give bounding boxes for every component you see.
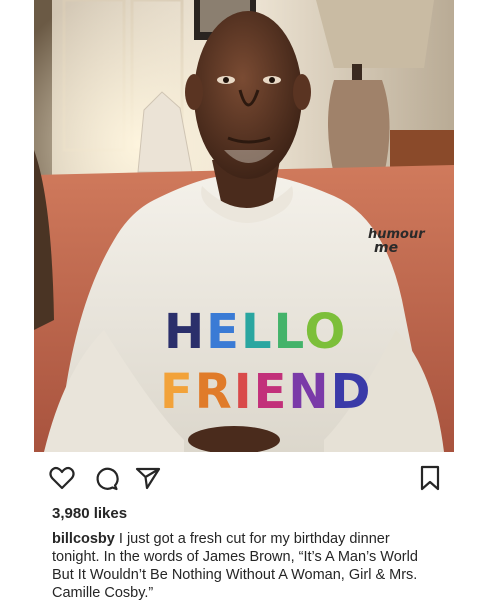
- svg-text:me: me: [374, 240, 398, 256]
- heart-icon[interactable]: [48, 464, 76, 492]
- friend-text: FRIEND: [160, 364, 372, 420]
- likes-count[interactable]: 3,980 likes: [52, 505, 127, 522]
- friend-text-letter: F: [160, 364, 195, 420]
- friend-text-letter: E: [254, 364, 289, 420]
- lamp-shade: [316, 0, 434, 68]
- hello-text-letter: E: [206, 304, 241, 360]
- sweatshirt-hello: HELLO: [164, 304, 347, 360]
- comment-icon[interactable]: [92, 464, 120, 492]
- lamp-neck: [352, 64, 362, 80]
- sweatshirt-friend: FRIEND: [160, 364, 372, 420]
- ear-left: [185, 74, 203, 110]
- hello-text-letter: O: [304, 304, 347, 360]
- friend-text-letter: D: [331, 364, 373, 420]
- post-photo-illustration: humour me HELLO FRIEND: [34, 0, 454, 452]
- lamp-base: [328, 80, 390, 175]
- pupil-right: [269, 77, 275, 83]
- hello-text: HELLO: [164, 304, 347, 360]
- post-caption: billcosby I just got a fresh cut for my …: [52, 530, 432, 602]
- friend-text-letter: R: [195, 364, 234, 420]
- hello-text-letter: H: [164, 304, 206, 360]
- bookmark-icon[interactable]: [416, 464, 444, 492]
- hello-text-letter: L: [241, 304, 274, 360]
- send-icon[interactable]: [134, 464, 162, 492]
- ear-right: [293, 74, 311, 110]
- post-action-bar: [48, 462, 448, 494]
- hello-text-letter: L: [274, 304, 305, 360]
- caption-username[interactable]: billcosby: [52, 531, 115, 547]
- pupil-left: [223, 77, 229, 83]
- post-photo[interactable]: humour me HELLO FRIEND: [34, 0, 454, 452]
- friend-text-letter: N: [288, 364, 330, 420]
- friend-text-letter: I: [234, 364, 254, 420]
